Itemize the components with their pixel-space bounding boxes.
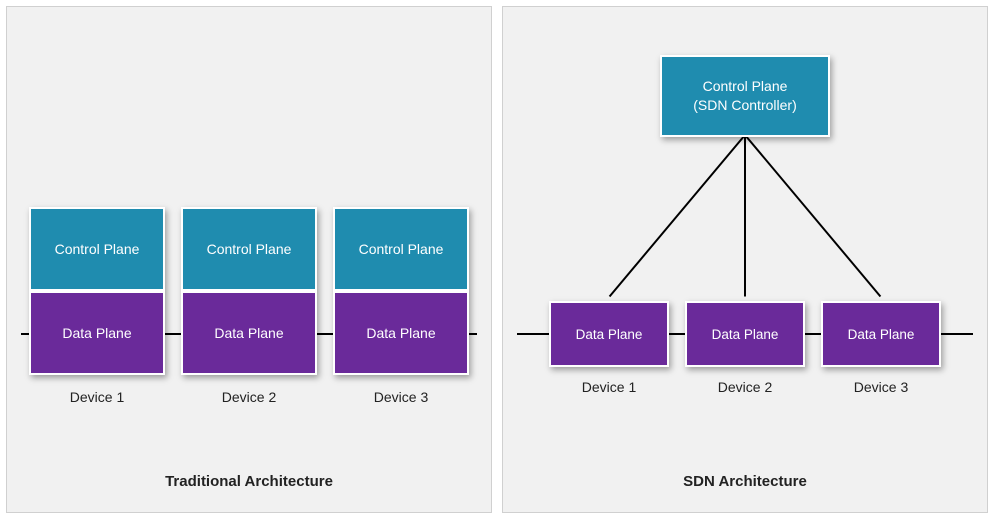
data-plane-box: Data Plane <box>333 291 469 375</box>
sdn-device-3: Data Plane <box>821 301 941 367</box>
data-plane-box: Data Plane <box>685 301 805 367</box>
sdn-device-2: Data Plane <box>685 301 805 367</box>
sdn-panel: Control Plane (SDN Controller) Data Plan… <box>502 6 988 513</box>
traditional-device-3: Control Plane Data Plane <box>333 207 469 375</box>
traditional-devices-row: Control Plane Data Plane Control Plane D… <box>7 207 491 375</box>
data-plane-box: Data Plane <box>29 291 165 375</box>
data-plane-box: Data Plane <box>821 301 941 367</box>
traditional-panel: Control Plane Data Plane Control Plane D… <box>6 6 492 513</box>
data-plane-box: Data Plane <box>181 291 317 375</box>
sdn-controller-line2: (SDN Controller) <box>693 96 796 115</box>
traditional-diagram: Control Plane Data Plane Control Plane D… <box>7 7 491 455</box>
sdn-device-1: Data Plane <box>549 301 669 367</box>
control-plane-box: Control Plane <box>29 207 165 291</box>
traditional-device-1: Control Plane Data Plane <box>29 207 165 375</box>
control-plane-box: Control Plane <box>181 207 317 291</box>
traditional-device-labels: Device 1 Device 2 Device 3 <box>7 389 491 405</box>
device-label: Device 2 <box>181 389 317 405</box>
sdn-controller-line1: Control Plane <box>703 77 788 96</box>
sdn-controller-box: Control Plane (SDN Controller) <box>660 55 830 137</box>
sdn-devices-row: Data Plane Data Plane Data Plane <box>503 301 987 367</box>
sdn-diagram: Control Plane (SDN Controller) Data Plan… <box>503 7 987 455</box>
traditional-device-2: Control Plane Data Plane <box>181 207 317 375</box>
device-label: Device 1 <box>29 389 165 405</box>
device-label: Device 3 <box>333 389 469 405</box>
data-plane-box: Data Plane <box>549 301 669 367</box>
control-plane-box: Control Plane <box>333 207 469 291</box>
sdn-title: SDN Architecture <box>503 455 987 512</box>
traditional-title: Traditional Architecture <box>7 455 491 512</box>
